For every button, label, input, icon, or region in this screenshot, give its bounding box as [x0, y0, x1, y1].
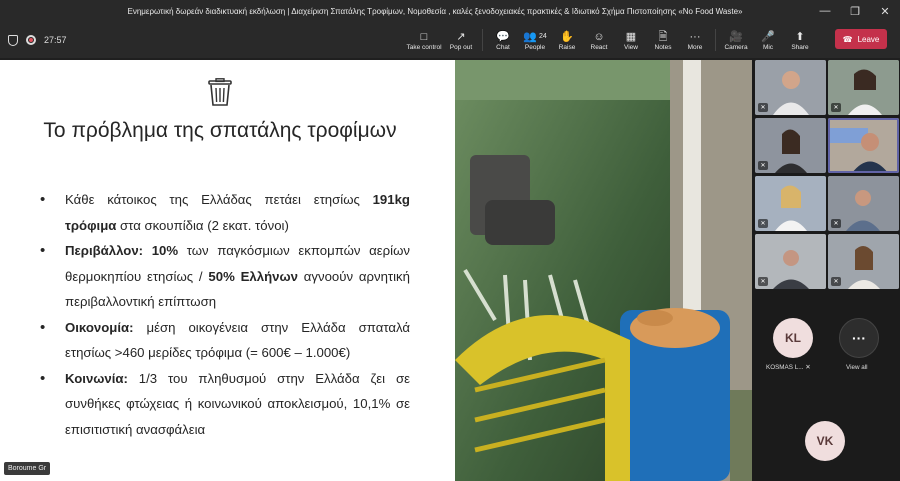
- more-icon: ···: [852, 330, 866, 346]
- react-icon: ☺: [593, 30, 605, 43]
- people-label: People: [524, 43, 546, 51]
- mic-muted-icon: ✕: [805, 364, 811, 371]
- mic-button[interactable]: 🎤 Mic: [752, 22, 784, 58]
- participant-tile[interactable]: ✕: [755, 176, 826, 231]
- camera-off-icon: 🎥: [729, 30, 743, 43]
- mic-label: Mic: [762, 43, 774, 51]
- window-title: Ενημερωτική δωρεάν διαδικτυακή εκδήλωση …: [127, 6, 743, 16]
- share-label: Share: [791, 43, 809, 51]
- trash-bin-icon: [208, 78, 232, 106]
- people-icon: 👥: [523, 30, 537, 43]
- participant-video: [828, 118, 899, 173]
- camera-label: Camera: [724, 43, 748, 51]
- restore-icon[interactable]: ❐: [840, 0, 870, 22]
- bullet-item: Οικονομία: μέση οικογένεια στην Ελλάδα σ…: [40, 315, 410, 366]
- notes-label: Notes: [654, 43, 672, 51]
- bullet-item: Κοινωνία: 1/3 του πληθυσμού στην Ελλάδα …: [40, 366, 410, 443]
- bullet-bold: 50% Ελλήνων: [208, 268, 298, 284]
- more-icon: ···: [689, 30, 701, 43]
- bullet-item: Κάθε κάτοικος της Ελλάδας πετάει ετησίως…: [40, 187, 410, 238]
- presenter-name-tag: Boroume Gr: [4, 462, 51, 475]
- bullet-text: Κάθε κάτοικος της Ελλάδας πετάει ετησίως: [65, 192, 373, 207]
- view-all-label: View all: [846, 364, 868, 371]
- toolbar-divider: [482, 29, 483, 51]
- bullet-item: Περιβάλλον: 10% των παγκόσμιων εκπομπών …: [40, 238, 410, 315]
- participant-tile[interactable]: ✕: [755, 234, 826, 289]
- more-button[interactable]: ··· More: [679, 22, 711, 58]
- title-bar: Ενημερωτική δωρεάν διαδικτυακή εκδήλωση …: [0, 0, 900, 22]
- more-label: More: [687, 43, 703, 51]
- participant-avatar-vk[interactable]: VK: [805, 421, 845, 461]
- react-label: React: [590, 43, 608, 51]
- camera-button[interactable]: 🎥 Camera: [720, 22, 752, 58]
- slide-title: Το πρόβλημα της σπατάλης τροφίμων: [43, 119, 397, 142]
- phone-hangup-icon: ☎: [842, 34, 853, 44]
- participant-tile[interactable]: ✕: [755, 118, 826, 173]
- chat-icon: 💬: [496, 30, 510, 43]
- react-button[interactable]: ☺ React: [583, 22, 615, 58]
- meeting-toolbar: 27:57 □ Take control ↗ Pop out 💬 Chat 👥 2…: [0, 22, 900, 58]
- recording-icon: [26, 35, 36, 45]
- mic-muted-icon: ✕: [758, 103, 768, 112]
- take-control-button[interactable]: □ Take control: [404, 22, 444, 58]
- share-button[interactable]: ⬆ Share: [784, 22, 816, 58]
- teams-meeting-window: Ενημερωτική δωρεάν διαδικτυακή εκδήλωση …: [0, 0, 900, 481]
- mic-muted-icon: ✕: [831, 103, 841, 112]
- minimize-icon[interactable]: —: [810, 0, 840, 22]
- toolbar-divider: [715, 29, 716, 51]
- mic-muted-icon: ✕: [831, 219, 841, 228]
- participant-tile[interactable]: ✕: [755, 60, 826, 115]
- mic-off-icon: 🎤: [761, 30, 775, 43]
- view-all-button[interactable]: ···: [839, 318, 879, 358]
- share-icon: ⬆: [795, 30, 805, 43]
- pop-out-label: Pop out: [449, 43, 473, 51]
- leave-button[interactable]: ☎ Leave: [835, 29, 887, 49]
- pop-out-icon: ↗: [456, 30, 466, 43]
- participant-name-kl: KOSMAS L... ✕: [766, 364, 811, 371]
- participant-tile-active-speaker[interactable]: [828, 118, 899, 173]
- chat-button[interactable]: 💬 Chat: [487, 22, 519, 58]
- people-button[interactable]: 👥 24 People: [519, 22, 551, 58]
- view-label: View: [624, 43, 638, 51]
- pop-out-button[interactable]: ↗ Pop out: [444, 22, 478, 58]
- people-count: 24: [538, 32, 547, 40]
- close-icon[interactable]: ✕: [870, 0, 900, 22]
- bullet-bold: Περιβάλλον: 10%: [65, 243, 179, 258]
- take-control-label: Take control: [406, 43, 442, 51]
- notes-button[interactable]: 🗎 Notes: [647, 22, 679, 58]
- mic-muted-icon: ✕: [831, 277, 841, 286]
- slide-photo-dumpster: [455, 60, 752, 481]
- bullet-bold: Κοινωνία:: [65, 370, 128, 386]
- view-icon: ▦: [625, 30, 637, 43]
- view-button[interactable]: ▦ View: [615, 22, 647, 58]
- participant-tile[interactable]: ✕: [828, 234, 899, 289]
- bullet-text: στα σκουπίδια (2 εκατ. τόνοι): [116, 217, 289, 233]
- slide-bullet-list: Κάθε κάτοικος της Ελλάδας πετάει ετησίως…: [40, 187, 410, 442]
- chat-label: Chat: [496, 43, 510, 51]
- mic-muted-icon: ✕: [758, 277, 768, 286]
- mic-muted-icon: ✕: [758, 161, 768, 170]
- participant-tile[interactable]: ✕: [828, 176, 899, 231]
- leave-label: Leave: [857, 34, 880, 44]
- raise-hand-icon: ✋: [560, 30, 574, 43]
- meeting-timer: 27:57: [44, 35, 67, 45]
- participant-avatar-kl[interactable]: KL: [773, 318, 813, 358]
- bullet-bold: Οικονομία:: [65, 319, 134, 335]
- notes-icon: 🗎: [658, 30, 668, 43]
- participant-tile[interactable]: ✕: [828, 60, 899, 115]
- shared-slide: Το πρόβλημα της σπατάλης τροφίμων Κάθε κ…: [0, 60, 455, 481]
- raise-label: Raise: [558, 43, 576, 51]
- mic-muted-icon: ✕: [758, 219, 768, 228]
- dumpster-illustration: [455, 60, 752, 481]
- shield-icon: [8, 34, 18, 46]
- raise-hand-button[interactable]: ✋ Raise: [551, 22, 583, 58]
- take-control-icon: □: [420, 30, 428, 43]
